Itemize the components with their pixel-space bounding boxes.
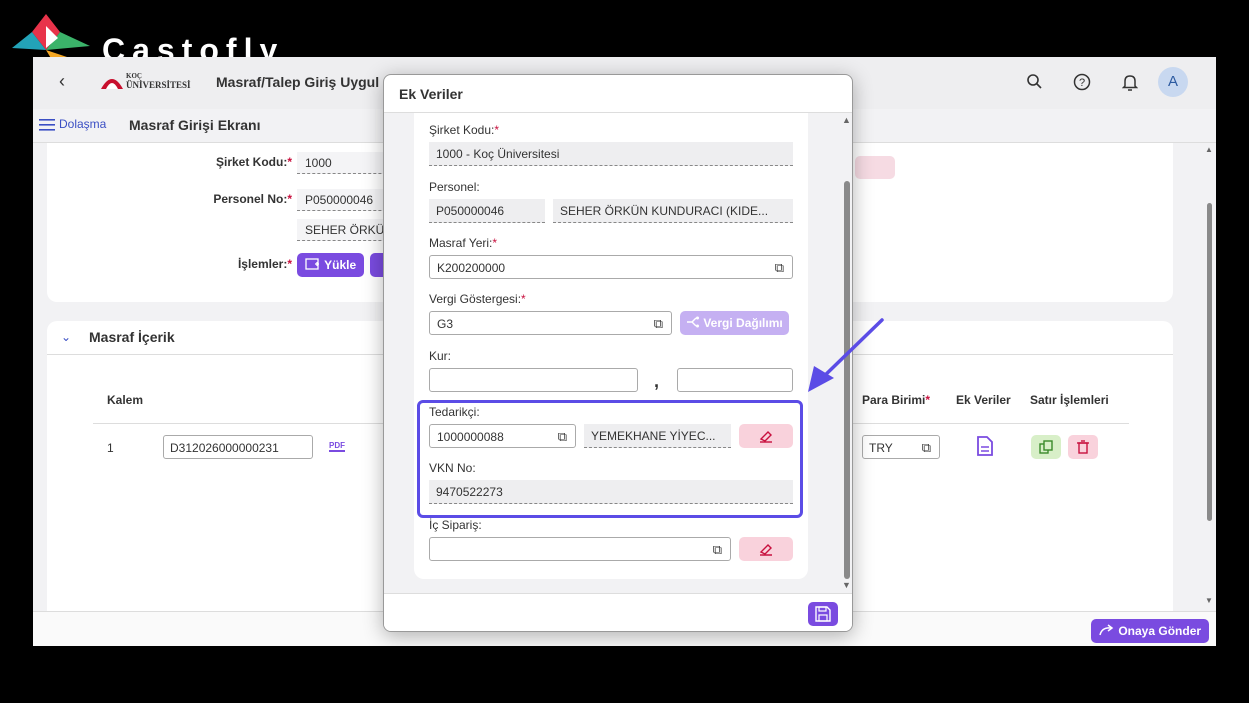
- upload-label: Yükle: [324, 258, 357, 272]
- back-chevron-icon[interactable]: ‹: [59, 71, 65, 92]
- pdf-icon[interactable]: PDF: [329, 441, 345, 452]
- column-header-extra: Ek Veriler: [956, 393, 1011, 407]
- app-title: Masraf/Talep Giriş Uygul: [216, 74, 380, 90]
- scroll-up-icon[interactable]: ▲: [1205, 145, 1213, 154]
- eraser-icon: [759, 544, 772, 556]
- personnel-no-label: Personel No:*: [213, 192, 292, 206]
- tax-split-button[interactable]: Vergi Dağılımı: [680, 311, 789, 335]
- modal-rate-integer-input[interactable]: [429, 368, 638, 392]
- tax-split-label: Vergi Dağılımı: [703, 316, 783, 330]
- search-icon[interactable]: [1024, 73, 1044, 93]
- scroll-down-icon[interactable]: ▼: [1205, 596, 1213, 605]
- chevron-down-icon[interactable]: ⌄: [61, 330, 71, 344]
- expense-section-title: Masraf İçerik: [89, 329, 175, 345]
- column-header-row-ops: Satır İşlemleri: [1030, 393, 1109, 407]
- modal-cost-center-input[interactable]: K200200000 ⧉: [429, 255, 793, 279]
- main-scrollbar[interactable]: ▲ ▼: [1203, 143, 1216, 611]
- row-item-number: 1: [107, 441, 114, 455]
- upload-button[interactable]: Yükle: [297, 253, 365, 277]
- hamburger-icon: [39, 118, 55, 131]
- scroll-down-icon[interactable]: ▼: [842, 580, 851, 590]
- navigation-label: Dolaşma: [59, 117, 107, 131]
- modal-personnel-name-field: SEHER ÖRKÜN KUNDURACI (KIDE...: [553, 199, 793, 223]
- screen: Castofly ‹ KOÇ ÜNİVERSİTESİ Masraf/Talep…: [0, 0, 1249, 703]
- scrollbar-thumb[interactable]: [1207, 203, 1212, 521]
- university-logo: KOÇ ÜNİVERSİTESİ: [99, 71, 194, 93]
- copy-icon[interactable]: ⧉: [713, 542, 722, 558]
- modal-company-field: 1000 - Koç Üniversitesi: [429, 142, 793, 166]
- operations-label: İşlemler:*: [237, 257, 292, 271]
- page-title: Masraf Girişi Ekranı: [129, 117, 261, 133]
- modal-internal-order-input[interactable]: ⧉: [429, 537, 731, 561]
- dialog-body: Şirket Kodu:* 1000 - Koç Üniversitesi Pe…: [384, 113, 852, 593]
- university-emblem-icon: [101, 79, 123, 89]
- modal-company-label: Şirket Kodu:*: [429, 123, 500, 137]
- copy-icon[interactable]: ⧉: [775, 260, 784, 276]
- modal-tax-label: Vergi Göstergesi:*: [429, 292, 526, 306]
- row-currency-field[interactable]: TRY ⧉: [862, 435, 940, 459]
- bell-icon[interactable]: [1120, 73, 1140, 93]
- forward-arrow-icon: [1099, 624, 1114, 636]
- modal-rate-label: Kur:: [429, 349, 452, 363]
- copy-icon[interactable]: ⧉: [654, 316, 663, 332]
- column-header-item: Kalem: [107, 393, 144, 407]
- modal-personnel-label: Personel:: [429, 180, 480, 194]
- university-name-line2: ÜNİVERSİTESİ: [126, 80, 191, 90]
- svg-text:?: ?: [1079, 77, 1085, 89]
- modal-internal-order-label: İç Sipariş:: [429, 518, 482, 532]
- modal-tax-input[interactable]: G3 ⧉: [429, 311, 672, 335]
- company-code-label: Şirket Kodu:*: [215, 155, 292, 169]
- university-name-line1: KOÇ: [126, 72, 142, 80]
- dialog-title: Ek Veriler: [399, 86, 463, 102]
- save-icon: [815, 606, 831, 622]
- trash-icon: [1077, 440, 1089, 454]
- copy-icon[interactable]: ⧉: [922, 440, 931, 456]
- dialog-footer: [384, 593, 852, 631]
- modal-personnel-id-field: P050000046: [429, 199, 545, 223]
- modal-rate-decimal-input[interactable]: [677, 368, 793, 392]
- submit-label: Onaya Gönder: [1118, 624, 1202, 638]
- upload-icon: [305, 258, 319, 270]
- extra-data-dialog: Ek Veriler Şirket Kodu:* 1000 - Koç Üniv…: [383, 74, 853, 632]
- navigation-link[interactable]: Dolaşma: [39, 117, 106, 131]
- split-icon: [687, 316, 699, 328]
- help-icon[interactable]: ?: [1072, 73, 1092, 93]
- rate-decimal-separator: ,: [654, 371, 660, 391]
- row-document-number[interactable]: D312026000000231: [163, 435, 313, 459]
- annotation-arrow-icon: [808, 318, 884, 392]
- copy-row-button[interactable]: [1031, 435, 1061, 459]
- modal-cost-center-label: Masraf Yeri:*: [429, 236, 498, 250]
- status-pill: [855, 156, 895, 179]
- supplier-highlight-box: [417, 400, 803, 518]
- internal-order-clear-button[interactable]: [739, 537, 793, 561]
- scroll-up-icon[interactable]: ▲: [842, 115, 851, 125]
- copy-row-icon: [1039, 440, 1053, 454]
- delete-row-button[interactable]: [1068, 435, 1098, 459]
- extra-data-document-icon[interactable]: [977, 436, 993, 461]
- avatar[interactable]: A: [1158, 67, 1188, 97]
- submit-for-approval-button[interactable]: Onaya Gönder: [1091, 619, 1210, 643]
- save-button[interactable]: [808, 602, 838, 626]
